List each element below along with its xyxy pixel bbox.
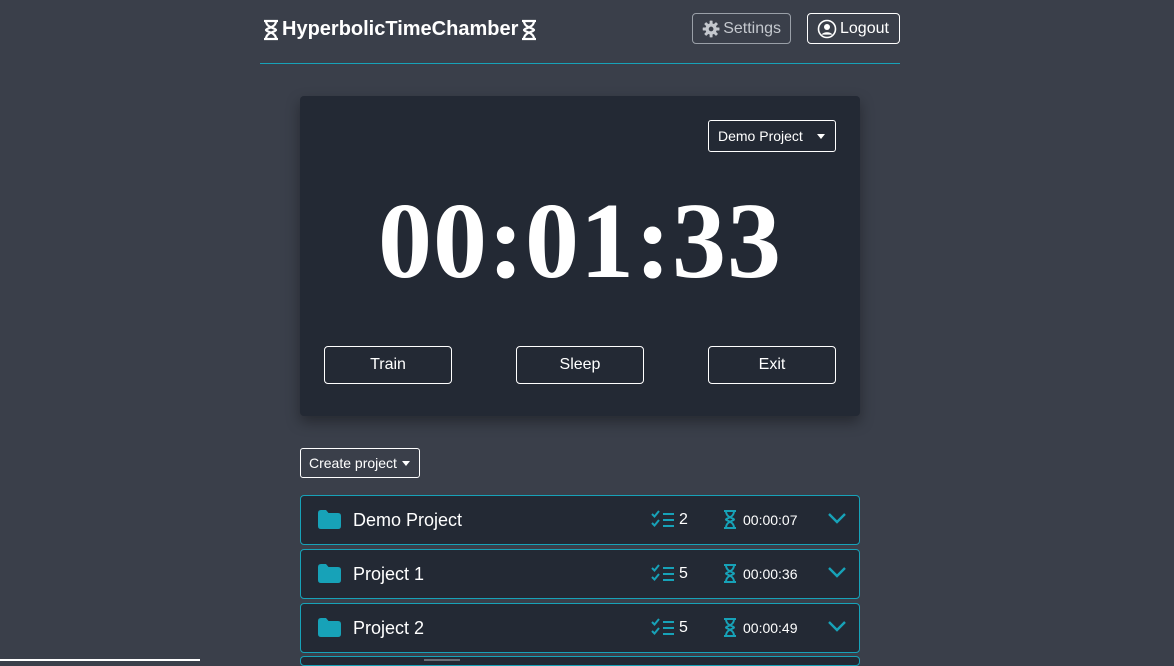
- logout-label: Logout: [840, 19, 889, 37]
- project-name: Project 2: [353, 618, 425, 638]
- tasks-checklist-icon: [651, 618, 674, 635]
- brand-name: HyperbolicTimeChamber: [282, 18, 519, 40]
- logout-button[interactable]: Logout: [807, 13, 900, 44]
- caret-down-icon: [402, 461, 410, 466]
- folder-icon: [318, 510, 341, 529]
- hourglass-icon: [724, 618, 736, 637]
- task-count: 2: [679, 511, 688, 528]
- project-name: Demo Project: [353, 510, 463, 530]
- project-time: 00:00:36: [743, 566, 798, 582]
- project-name: Project 1: [353, 564, 425, 584]
- chevron-down-icon[interactable]: [828, 511, 846, 525]
- sleep-button[interactable]: Sleep: [516, 346, 644, 384]
- create-project-label: Create project: [309, 455, 397, 471]
- tasks-checklist-icon: [651, 564, 674, 581]
- folder-icon: [318, 564, 341, 583]
- timer-display: 00:01:33: [378, 182, 782, 301]
- chevron-down-icon[interactable]: [828, 565, 846, 579]
- train-button[interactable]: Train: [324, 346, 452, 384]
- project-row[interactable]: Project 2 5 00:00:49: [300, 603, 860, 653]
- tasks-checklist-icon: [651, 510, 674, 527]
- user-circle-icon: [817, 19, 837, 38]
- project-row[interactable]: Project 1 5 00:00:36: [300, 549, 860, 599]
- folder-icon: [318, 618, 341, 637]
- project-time: 00:00:49: [743, 620, 798, 636]
- project-select-dropdown[interactable]: Demo Project: [708, 120, 836, 152]
- exit-button[interactable]: Exit: [708, 346, 836, 384]
- caret-down-icon: [817, 134, 825, 139]
- hourglass-icon: [264, 19, 278, 40]
- chevron-down-icon[interactable]: [828, 619, 846, 633]
- project-row[interactable]: Demo Project 2 00:00:07: [300, 495, 860, 545]
- task-count: 5: [679, 619, 688, 636]
- selected-project: Demo Project: [718, 128, 803, 144]
- top-navbar: HyperbolicTimeChamber Settings Logout: [260, 0, 900, 64]
- project-time: 00:00:07: [743, 512, 798, 528]
- create-project-dropdown[interactable]: Create project: [300, 448, 420, 478]
- hourglass-icon: [724, 510, 736, 529]
- task-count: 5: [679, 565, 688, 582]
- hourglass-icon: [724, 564, 736, 583]
- timer-card: Demo Project 00:01:33 Train Sleep Exit: [300, 96, 860, 416]
- brand[interactable]: HyperbolicTimeChamber: [262, 18, 538, 41]
- project-row-partial[interactable]: [300, 656, 860, 666]
- hourglass-icon: [522, 19, 537, 40]
- settings-label: Settings: [723, 19, 781, 37]
- settings-button[interactable]: Settings: [692, 13, 791, 44]
- gear-icon: [702, 20, 720, 37]
